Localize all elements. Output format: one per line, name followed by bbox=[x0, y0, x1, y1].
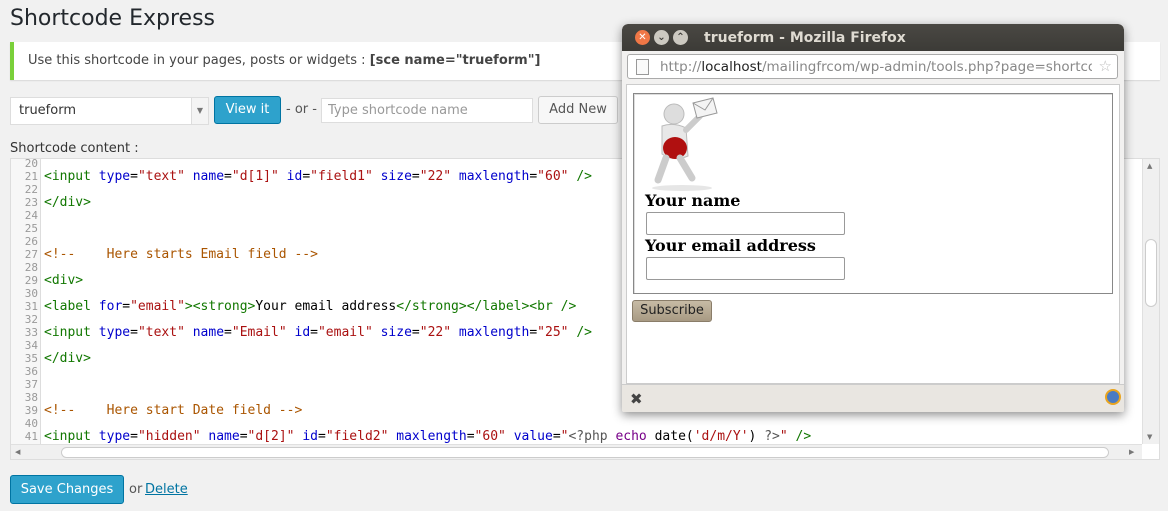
line-number-gutter: 20 21 22 23 24 25 26 27 28 29 30 31 32 33 34 35 36 37 38 39… bbox=[11, 159, 41, 459]
email-label: Your email address bbox=[645, 236, 816, 255]
shortcode-select[interactable]: trueform ▼ bbox=[10, 97, 209, 125]
line-number: 41 bbox=[24, 430, 38, 443]
save-changes-button[interactable]: Save Changes bbox=[10, 475, 124, 504]
email-field[interactable] bbox=[646, 257, 845, 280]
line-number: 25 bbox=[24, 222, 38, 235]
code-line[interactable]: <!-- Here starts Email field --> bbox=[44, 248, 318, 261]
notice-shortcode: [sce name="trueform"] bbox=[369, 53, 541, 68]
line-number: 28 bbox=[24, 261, 38, 274]
or-text: or bbox=[129, 482, 143, 497]
firefox-window-title: trueform - Mozilla Firefox bbox=[704, 30, 906, 46]
line-number: 35 bbox=[24, 352, 38, 365]
shortcode-name-input[interactable] bbox=[321, 98, 533, 123]
line-number: 23 bbox=[24, 196, 38, 209]
line-number: 20 bbox=[24, 158, 38, 170]
line-number: 26 bbox=[24, 235, 38, 248]
page-icon bbox=[636, 59, 649, 75]
page-title: Shortcode Express bbox=[10, 6, 215, 31]
delete-link[interactable]: Delete bbox=[145, 482, 188, 497]
star-icon[interactable]: ☆ bbox=[1099, 57, 1112, 75]
name-label: Your name bbox=[645, 191, 741, 210]
scroll-down-icon[interactable]: ▼ bbox=[1147, 433, 1152, 441]
code-line[interactable]: <!-- Here start Date field --> bbox=[44, 404, 302, 417]
minimize-icon[interactable]: ⌄ bbox=[654, 30, 669, 45]
add-new-button[interactable]: Add New bbox=[538, 96, 618, 124]
url-text[interactable]: http://localhost/mailingfrcom/wp-admin/t… bbox=[660, 59, 1092, 75]
line-number: 21 bbox=[24, 170, 38, 183]
scroll-up-icon[interactable]: ▲ bbox=[1147, 162, 1152, 170]
url-bar[interactable]: http://localhost/mailingfrcom/wp-admin/t… bbox=[627, 54, 1118, 79]
line-number: 37 bbox=[24, 378, 38, 391]
code-line[interactable]: <input type="hidden" name="d[2]" id="fie… bbox=[44, 430, 811, 443]
notice-text: Use this shortcode in your pages, posts … bbox=[28, 53, 370, 68]
addon-icon[interactable] bbox=[1105, 389, 1121, 405]
line-number: 30 bbox=[24, 287, 38, 300]
page-content: Your name Your email address Subscribe bbox=[626, 84, 1120, 384]
url-host: localhost bbox=[701, 59, 762, 75]
shortcode-select-value: trueform bbox=[19, 103, 76, 118]
subscribe-form: Your name Your email address bbox=[633, 93, 1113, 294]
url-prefix: http:// bbox=[660, 59, 702, 75]
line-number: 33 bbox=[24, 326, 38, 339]
mail-mascot-icon bbox=[652, 97, 718, 191]
line-number: 34 bbox=[24, 339, 38, 352]
line-number: 27 bbox=[24, 248, 38, 261]
firefox-titlebar[interactable]: ✕ ⌄ ⌃ trueform - Mozilla Firefox bbox=[622, 24, 1124, 51]
line-number: 24 bbox=[24, 209, 38, 222]
close-icon[interactable]: ✖ bbox=[630, 390, 643, 408]
line-number: 32 bbox=[24, 313, 38, 326]
line-number: 38 bbox=[24, 391, 38, 404]
scroll-right-icon[interactable]: ▶ bbox=[1129, 448, 1134, 456]
vertical-scroll-thumb[interactable] bbox=[1145, 239, 1157, 307]
code-line[interactable]: <label for="email"><strong>Your email ad… bbox=[44, 300, 576, 313]
vertical-scrollbar[interactable]: ▲ ▼ bbox=[1142, 159, 1159, 444]
code-line[interactable]: <input type="text" name="Email" id="emai… bbox=[44, 326, 592, 339]
or-separator: - or - bbox=[286, 102, 317, 117]
name-field[interactable] bbox=[646, 212, 845, 235]
code-line[interactable]: <input type="text" name="d[1]" id="field… bbox=[44, 170, 592, 183]
view-it-button[interactable]: View it bbox=[214, 96, 281, 124]
line-number: 22 bbox=[24, 183, 38, 196]
horizontal-scrollbar[interactable]: ◀ ▶ bbox=[11, 444, 1142, 459]
subscribe-button[interactable]: Subscribe bbox=[632, 300, 712, 322]
firefox-window[interactable]: ✕ ⌄ ⌃ trueform - Mozilla Firefox http://… bbox=[622, 24, 1124, 412]
line-number: 31 bbox=[24, 300, 38, 313]
shortcode-content-label: Shortcode content : bbox=[10, 141, 139, 156]
url-path: /mailingfrcom/wp-admin/tools.php?page=sh… bbox=[761, 59, 1092, 75]
chevron-down-icon[interactable]: ▼ bbox=[191, 98, 208, 124]
line-number: 36 bbox=[24, 365, 38, 378]
close-icon[interactable]: ✕ bbox=[635, 30, 650, 45]
scroll-left-icon[interactable]: ◀ bbox=[15, 448, 20, 456]
code-line[interactable]: </div> bbox=[44, 196, 91, 209]
line-number: 29 bbox=[24, 274, 38, 287]
code-line[interactable]: </div> bbox=[44, 352, 91, 365]
addon-bar: ✖ bbox=[622, 384, 1124, 412]
horizontal-scroll-thumb[interactable] bbox=[61, 447, 1109, 458]
maximize-icon[interactable]: ⌃ bbox=[673, 30, 688, 45]
line-number: 40 bbox=[24, 417, 38, 430]
line-number: 39 bbox=[24, 404, 38, 417]
code-line[interactable]: <div> bbox=[44, 274, 83, 287]
